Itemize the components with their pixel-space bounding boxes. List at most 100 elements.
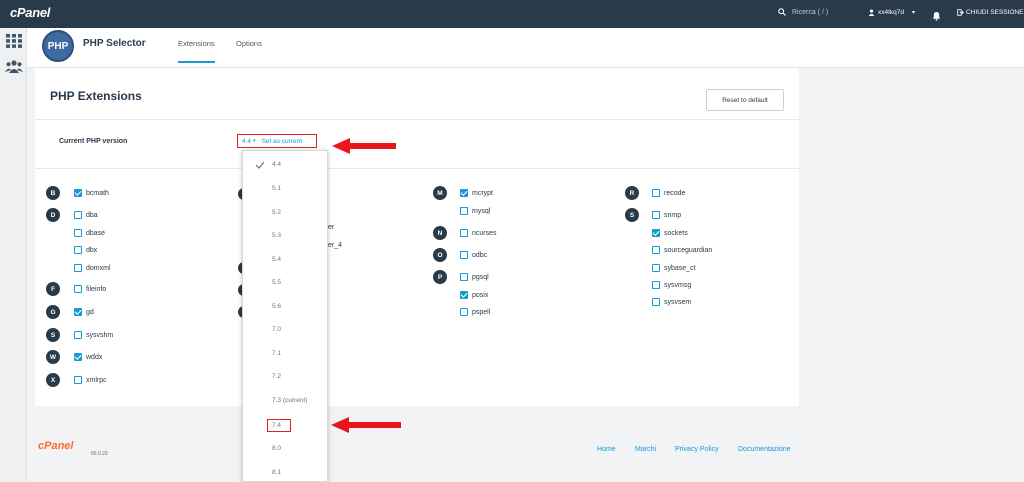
extension-sysvshm[interactable]: sysvshm — [74, 331, 113, 339]
search-icon — [778, 8, 786, 16]
extension-pspell[interactable]: pspell — [460, 308, 490, 316]
checkbox[interactable] — [652, 189, 660, 197]
cpanel-logo[interactable]: cPanel — [10, 5, 50, 20]
user-menu[interactable]: xx4tkq7d ▾ — [868, 9, 915, 16]
extension-ncurses[interactable]: ncurses — [460, 229, 497, 237]
extension-xmlrpc[interactable]: xmlrpc — [74, 376, 107, 384]
checkbox[interactable] — [460, 207, 468, 215]
logout-button[interactable]: CHIUDI SESSIONE — [957, 9, 1023, 16]
extension-mcrypt[interactable]: mcrypt — [460, 189, 493, 197]
extension-label: pspell — [472, 308, 491, 316]
footer-link-marchi[interactable]: Marchi — [635, 446, 656, 453]
version-option-8-0[interactable]: 8.0 — [272, 445, 281, 452]
version-option-7-1[interactable]: 7.1 — [272, 350, 281, 357]
checkbox[interactable] — [652, 246, 660, 254]
extension-domxml[interactable]: domxml — [74, 264, 111, 272]
extension-label: mysql — [472, 207, 491, 215]
extension-sourceguardian[interactable]: sourceguardian — [652, 246, 712, 254]
extension-dbx[interactable]: dbx — [74, 246, 97, 254]
footer-link-documentazione[interactable]: Documentazione — [738, 446, 791, 453]
notification-bell-icon[interactable] — [932, 8, 941, 26]
version-option-4-4[interactable]: 4.4 — [272, 161, 281, 168]
extension-fileinfo[interactable]: fileinfo — [74, 285, 106, 293]
extension-snmp[interactable]: snmp — [652, 211, 681, 219]
version-option-7-2[interactable]: 7.2 — [272, 373, 281, 380]
cpanel-version: 86.0.29 — [91, 451, 108, 457]
group-letter-f: F — [46, 282, 60, 296]
checkbox[interactable] — [652, 281, 660, 289]
set-as-current-link[interactable]: Set as current — [262, 138, 302, 145]
extension-posix[interactable]: posix — [460, 291, 488, 299]
php-version-dropdown[interactable]: 4.4 5.1 5.2 5.3 5.4 5.5 5.6 7.0 7.1 7.2 … — [242, 150, 328, 482]
checkbox[interactable] — [74, 308, 82, 316]
logout-label: CHIUDI SESSIONE — [966, 9, 1024, 16]
extension-label: gd — [86, 308, 94, 316]
group-letter-w: W — [46, 350, 60, 364]
version-option-5-3[interactable]: 5.3 — [272, 232, 281, 239]
tab-options[interactable]: Options — [236, 39, 262, 48]
extension-odbc[interactable]: odbc — [460, 251, 487, 259]
extension-label: er_4 — [328, 242, 343, 249]
extension-gd[interactable]: gd — [74, 308, 94, 316]
version-option-5-6[interactable]: 5.6 — [272, 303, 281, 310]
footer-cpanel-logo[interactable]: cPanel — [38, 440, 73, 452]
checkbox[interactable] — [74, 331, 82, 339]
extension-label: sybase_ct — [664, 264, 696, 272]
users-icon[interactable] — [5, 60, 23, 78]
checkbox[interactable] — [460, 291, 468, 299]
extension-dbase[interactable]: dbase — [74, 229, 105, 237]
extension-bcmath[interactable]: bcmath — [74, 189, 109, 197]
red-arrow-icon — [332, 138, 396, 154]
checkbox[interactable] — [652, 211, 660, 219]
checkbox[interactable] — [652, 298, 660, 306]
checkbox[interactable] — [74, 285, 82, 293]
extension-label: sockets — [664, 229, 688, 237]
version-option-5-1[interactable]: 5.1 — [272, 185, 281, 192]
group-letter-b: B — [46, 186, 60, 200]
group-letter-n: N — [433, 226, 447, 240]
search-box[interactable]: Ricerca ( / ) — [778, 8, 828, 16]
checkbox[interactable] — [74, 229, 82, 237]
extension-mysql[interactable]: mysql — [460, 207, 490, 215]
footer-link-home[interactable]: Home — [597, 446, 616, 453]
extension-pgsql[interactable]: pgsql — [460, 273, 489, 281]
extension-label: sysvshm — [86, 331, 114, 339]
checkbox[interactable] — [460, 189, 468, 197]
version-option-5-2[interactable]: 5.2 — [272, 209, 281, 216]
version-option-5-4[interactable]: 5.4 — [272, 256, 281, 263]
extension-label: sysvsem — [664, 298, 692, 306]
group-letter-x: X — [46, 373, 60, 387]
extension-sysvsem[interactable]: sysvsem — [652, 298, 691, 306]
checkbox[interactable] — [460, 251, 468, 259]
checkbox[interactable] — [74, 376, 82, 384]
version-option-7-0[interactable]: 7.0 — [272, 326, 281, 333]
extension-sysvmsg[interactable]: sysvmsg — [652, 281, 691, 289]
extension-sockets[interactable]: sockets — [652, 229, 688, 237]
checkbox[interactable] — [460, 229, 468, 237]
checkbox[interactable] — [460, 308, 468, 316]
checkbox[interactable] — [652, 264, 660, 272]
apps-grid-icon[interactable] — [6, 34, 22, 53]
extension-wddx[interactable]: wddx — [74, 353, 102, 361]
extension-label: sourceguardian — [664, 246, 713, 254]
php-version-selector[interactable]: 4.4 ▾ Set as current — [237, 134, 317, 148]
version-option-8-1[interactable]: 8.1 — [272, 469, 281, 476]
tab-extensions[interactable]: Extensions — [178, 39, 215, 63]
extension-label: pgsql — [472, 273, 489, 281]
checkbox[interactable] — [460, 273, 468, 281]
checkbox[interactable] — [74, 189, 82, 197]
chevron-down-icon: ▾ — [912, 10, 916, 16]
checkbox[interactable] — [74, 264, 82, 272]
extension-sybase-ct[interactable]: sybase_ct — [652, 264, 696, 272]
reset-to-default-button[interactable]: Reset to default — [706, 89, 784, 111]
version-option-7-4[interactable]: 7.4 — [272, 422, 281, 429]
checkbox[interactable] — [74, 353, 82, 361]
extension-recode[interactable]: recode — [652, 189, 685, 197]
checkbox[interactable] — [74, 211, 82, 219]
extension-dba[interactable]: dba — [74, 211, 98, 219]
footer-link-privacy-policy[interactable]: Privacy Policy — [675, 446, 719, 453]
version-option-7-3-current[interactable]: 7.3 (current) — [272, 397, 307, 404]
version-option-5-5[interactable]: 5.5 — [272, 279, 281, 286]
checkbox[interactable] — [74, 246, 82, 254]
checkbox[interactable] — [652, 229, 660, 237]
